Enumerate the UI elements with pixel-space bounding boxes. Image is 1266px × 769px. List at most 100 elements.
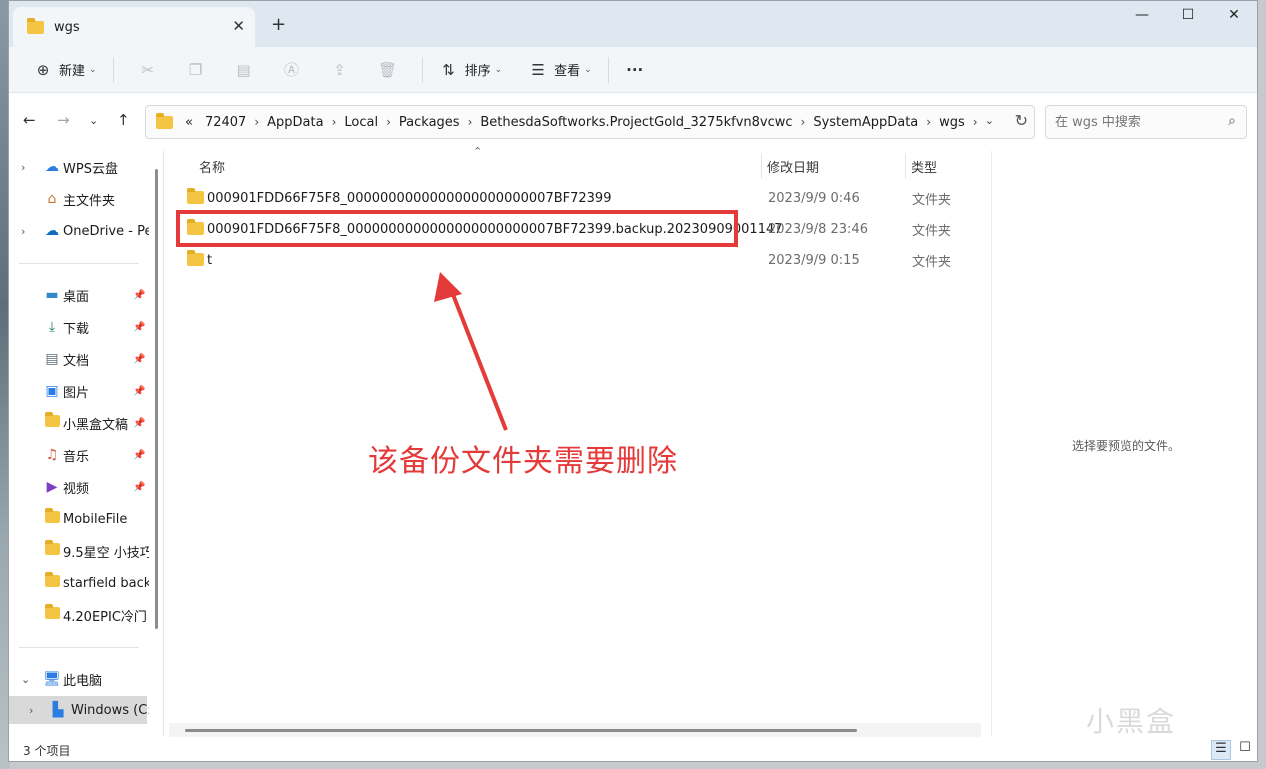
- sort-icon: ⇅: [442, 60, 455, 79]
- sidebar-item-starfield-tips[interactable]: 9.5星空 小技巧: [9, 537, 149, 565]
- sort-label: 排序: [464, 64, 491, 79]
- breadcrumb-appdata[interactable]: AppData: [267, 115, 323, 130]
- copy-button[interactable]: ❐: [172, 54, 220, 86]
- file-row[interactable]: t 2023/9/9 0:15 文件夹: [183, 245, 983, 275]
- close-window-button[interactable]: ✕: [1211, 7, 1257, 27]
- file-row[interactable]: 000901FDD66F75F8_00000000000000000000000…: [183, 183, 983, 213]
- details-view-button[interactable]: ☰: [1211, 740, 1231, 760]
- new-tab-button[interactable]: +: [271, 14, 286, 35]
- file-type: 文件夹: [912, 223, 952, 239]
- divider: [19, 263, 139, 264]
- overflow-chevron[interactable]: «: [185, 115, 193, 130]
- column-divider[interactable]: [761, 153, 762, 179]
- sidebar-item-documents[interactable]: ▤ 文档 📌: [9, 345, 149, 373]
- sidebar-item-windows-c[interactable]: › ▙ Windows (C:): [9, 696, 149, 724]
- sidebar-item-videos[interactable]: ▶ 视频 📌: [9, 473, 149, 501]
- view-button[interactable]: ☰ 查看 ⌄: [522, 54, 598, 86]
- breadcrumb-bethesda[interactable]: BethesdaSoftworks.ProjectGold_3275kfvn8v…: [480, 115, 792, 130]
- recent-locations-button[interactable]: ⌄: [89, 114, 98, 127]
- folder-icon: [43, 508, 61, 527]
- sidebar-item-epic[interactable]: 4.20EPIC冷门: [9, 601, 149, 629]
- sidebar-item-desktop[interactable]: ▬ 桌面 📌: [9, 281, 149, 309]
- search-input[interactable]: [1055, 114, 1215, 130]
- horizontal-scrollbar[interactable]: [185, 729, 857, 732]
- column-header-type[interactable]: 类型: [911, 151, 937, 181]
- chevron-right-icon[interactable]: ›: [801, 115, 806, 129]
- divider: [421, 56, 423, 83]
- column-header-name[interactable]: 名称: [199, 151, 225, 181]
- expand-chevron-icon[interactable]: ›: [21, 161, 25, 174]
- maximize-button[interactable]: ☐: [1165, 7, 1211, 27]
- navigation-bar: ← → ⌄ ↑ « 72407 › AppData › Local › Pack…: [9, 93, 1257, 151]
- expand-chevron-icon[interactable]: ›: [29, 704, 33, 717]
- pin-icon[interactable]: 📌: [133, 418, 145, 429]
- pin-icon[interactable]: 📌: [133, 290, 145, 301]
- up-button[interactable]: ↑: [117, 111, 130, 129]
- pin-icon[interactable]: 📌: [133, 450, 145, 461]
- folder-icon: [43, 572, 61, 591]
- rename-button[interactable]: Ⓐ: [268, 54, 316, 86]
- forward-button[interactable]: →: [57, 111, 70, 129]
- folder-icon: [43, 412, 61, 431]
- folder-icon: [187, 188, 204, 204]
- breadcrumb-packages[interactable]: Packages: [399, 115, 460, 130]
- back-button[interactable]: ←: [23, 111, 36, 129]
- paste-button[interactable]: ▤: [220, 54, 268, 86]
- sidebar-item-starfield-backup[interactable]: starfield backu: [9, 569, 149, 597]
- breadcrumb-local[interactable]: Local: [344, 115, 378, 130]
- sort-ascending-icon: ⌃: [473, 145, 483, 158]
- breadcrumb-72407[interactable]: 72407: [205, 115, 246, 130]
- chevron-right-icon[interactable]: ›: [926, 115, 931, 129]
- refresh-icon[interactable]: ↻: [1015, 111, 1028, 130]
- search-icon[interactable]: ⌕: [1228, 113, 1236, 129]
- sidebar-item-onedrive[interactable]: › ☁ OneDrive - Per: [9, 217, 149, 245]
- scissors-icon: ✂: [141, 60, 154, 79]
- pin-icon[interactable]: 📌: [133, 482, 145, 493]
- sidebar-item-pictures[interactable]: ▣ 图片 📌: [9, 377, 149, 405]
- pin-icon[interactable]: 📌: [133, 354, 145, 365]
- chevron-right-icon[interactable]: ›: [254, 115, 259, 129]
- breadcrumb-wgs[interactable]: wgs: [939, 115, 965, 130]
- chevron-right-icon[interactable]: ›: [386, 115, 391, 129]
- search-box[interactable]: ⌕: [1045, 105, 1247, 139]
- new-button[interactable]: ⊕ 新建 ⌄: [27, 54, 103, 86]
- chevron-right-icon[interactable]: ›: [973, 115, 978, 129]
- sidebar-item-mobilefile[interactable]: MobileFile: [9, 505, 149, 533]
- share-button[interactable]: ⇪: [316, 54, 364, 86]
- sidebar-scrollbar[interactable]: [155, 169, 158, 629]
- music-icon: ♫: [45, 447, 59, 463]
- address-history-dropdown[interactable]: ⌄: [985, 114, 994, 127]
- sidebar-item-label: 主文件夹: [63, 193, 116, 209]
- address-bar[interactable]: « 72407 › AppData › Local › Packages › B…: [145, 105, 1035, 139]
- tiles-view-button[interactable]: ☐: [1235, 740, 1255, 760]
- sidebar-item-downloads[interactable]: ⤓ 下载 📌: [9, 313, 149, 341]
- column-divider[interactable]: [905, 153, 906, 179]
- breadcrumb-systemappdata[interactable]: SystemAppData: [813, 115, 918, 130]
- cut-button[interactable]: ✂: [124, 54, 172, 86]
- pin-icon[interactable]: 📌: [133, 386, 145, 397]
- sidebar-item-this-pc[interactable]: ⌄ 🖥 此电脑: [9, 665, 149, 693]
- plus-circle-icon: ⊕: [36, 60, 50, 79]
- sort-button[interactable]: ⇅ 排序 ⌄: [433, 54, 509, 86]
- pin-icon[interactable]: 📌: [133, 322, 145, 333]
- delete-button[interactable]: 🗑: [364, 54, 412, 86]
- sidebar-item-music[interactable]: ♫ 音乐 📌: [9, 441, 149, 469]
- sidebar-item-label: 4.20EPIC冷门: [63, 609, 147, 625]
- view-icon: ☰: [531, 60, 545, 79]
- chevron-right-icon[interactable]: ›: [468, 115, 473, 129]
- sidebar-item-home[interactable]: ⌂ 主文件夹: [9, 185, 149, 213]
- chevron-right-icon[interactable]: ›: [332, 115, 337, 129]
- minimize-button[interactable]: —: [1119, 7, 1165, 27]
- sidebar-item-xiaoheihe-docs[interactable]: 小黑盒文稿 📌: [9, 409, 149, 437]
- tab-wgs[interactable]: wgs ✕: [13, 7, 255, 47]
- expand-chevron-icon[interactable]: ›: [21, 225, 25, 238]
- more-options-button[interactable]: ···: [619, 54, 651, 86]
- view-label: 查看: [554, 64, 581, 79]
- column-header-date[interactable]: 修改日期: [767, 151, 819, 181]
- expand-chevron-icon[interactable]: ⌄: [21, 673, 30, 686]
- navigation-pane: › ☁ WPS云盘 ⌂ 主文件夹 › ☁ OneDrive - Per ▬ 桌面…: [9, 151, 159, 736]
- close-tab-icon[interactable]: ✕: [232, 17, 245, 35]
- sidebar-item-wps-cloud[interactable]: › ☁ WPS云盘: [9, 153, 149, 181]
- pane-divider[interactable]: [163, 151, 164, 736]
- trash-icon: 🗑: [378, 60, 398, 79]
